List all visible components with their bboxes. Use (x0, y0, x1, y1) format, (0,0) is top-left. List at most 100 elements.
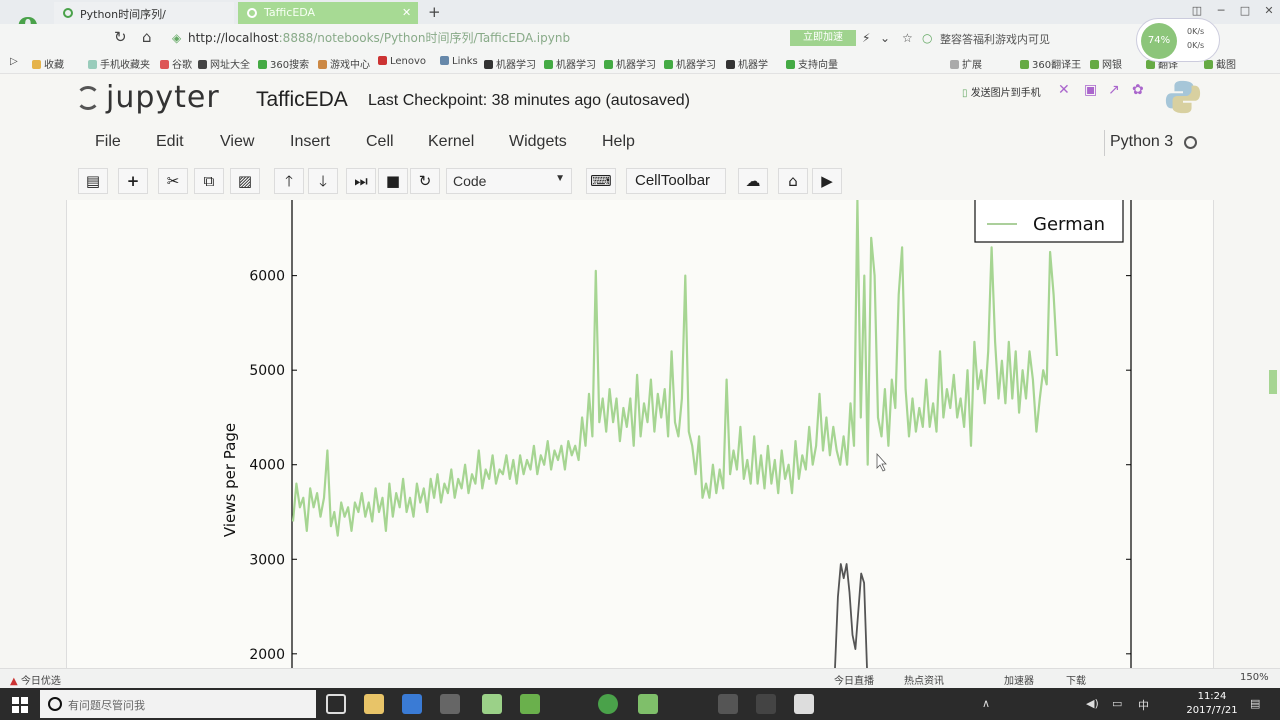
paste-icon[interactable]: ▨ (230, 168, 260, 194)
close-tab-icon[interactable]: ✕ (402, 6, 411, 19)
file-explorer-icon[interactable] (364, 694, 384, 714)
windows-start-icon[interactable] (12, 697, 28, 713)
status-download[interactable]: 下载 (1066, 672, 1086, 687)
bookmarks-toggle-icon[interactable]: ▷ (10, 56, 18, 67)
status-accelerator[interactable]: 加速器 (1004, 672, 1034, 687)
gift-icon[interactable]: ⌂ (778, 168, 808, 194)
bookmark-item[interactable]: 扩展 (950, 56, 982, 71)
star-icon[interactable]: ☆ (902, 31, 913, 45)
send-to-phone-button[interactable]: ▯ 发送图片到手机 (962, 84, 1041, 99)
download-rate: 0K/s (1187, 41, 1205, 50)
bookmark-item[interactable]: 网银 (1090, 56, 1122, 71)
scrollbar-thumb[interactable] (1269, 370, 1277, 394)
menu-edit[interactable]: Edit (156, 133, 184, 151)
status-today-picks[interactable]: ▲ 今日优选 (10, 672, 61, 687)
tab-python-timeseries[interactable]: Python时间序列/ ✕ (54, 2, 273, 24)
menu-widgets[interactable]: Widgets (509, 133, 567, 151)
edge-icon[interactable] (402, 694, 422, 714)
stop-icon[interactable]: ■ (378, 168, 408, 194)
bookmark-item[interactable]: Links (440, 56, 478, 67)
bookmark-item[interactable]: 支持向量 (786, 56, 838, 71)
address-bar[interactable]: http://localhost:8888/notebooks/Python时间… (188, 29, 570, 46)
bookmark-item[interactable]: 360翻译王 (1020, 56, 1081, 71)
plus-icon[interactable]: + (118, 168, 148, 194)
youtube-icon[interactable]: ▶ (812, 168, 842, 194)
maximize-icon[interactable]: □ (1238, 4, 1252, 18)
tray-expand-icon[interactable]: ∧ (982, 697, 990, 710)
bookmark-item[interactable]: 机器学 (726, 56, 768, 71)
app-icon[interactable] (520, 694, 540, 714)
page-scrollbar[interactable] (1266, 200, 1278, 668)
bookmark-label: 360翻译王 (1032, 60, 1082, 71)
skin-icon[interactable]: ◫ (1190, 4, 1204, 18)
share-icon[interactable]: ↗ (1108, 82, 1120, 98)
close-window-icon[interactable]: ✕ (1262, 4, 1276, 18)
home-icon[interactable]: ⌂ (142, 28, 152, 46)
cloud-upload-icon[interactable]: ☁ (738, 168, 768, 194)
save-icon[interactable]: ▤ (78, 168, 108, 194)
network-speed-widget[interactable]: 74% 0K/s 0K/s (1136, 18, 1220, 62)
bookmark-item[interactable]: 手机收藏夹 (88, 56, 150, 71)
fullscreen-icon[interactable]: ✕ (1058, 82, 1070, 98)
volume-icon[interactable]: ◀) (1086, 697, 1099, 710)
send-to-phone-label: 发送图片到手机 (970, 88, 1041, 99)
menu-cell[interactable]: Cell (366, 133, 394, 151)
zoom-level[interactable]: 150% (1240, 672, 1269, 683)
bookmark-item[interactable]: 游戏中心 (318, 56, 370, 71)
cut-icon[interactable]: ✂ (158, 168, 188, 194)
bookmark-item[interactable]: 谷歌 (160, 56, 192, 71)
ime-indicator[interactable]: 中 (1138, 697, 1149, 713)
bookmark-item[interactable]: 机器学习 (604, 56, 656, 71)
copy-icon[interactable]: ⧉ (194, 168, 224, 194)
status-news[interactable]: 热点资讯 (904, 672, 944, 687)
menu-insert[interactable]: Insert (290, 133, 330, 151)
browser-taskbar-icon[interactable] (638, 694, 658, 714)
app-icon[interactable] (718, 694, 738, 714)
tab-favicon-icon (247, 8, 257, 18)
menu-kernel[interactable]: Kernel (428, 133, 474, 151)
run-icon[interactable]: ⏭ (346, 168, 376, 194)
minimize-icon[interactable]: ─ (1214, 4, 1228, 18)
search-suggestion-text[interactable]: 整容答福利游戏内可见 (940, 31, 1050, 47)
store-icon[interactable] (440, 694, 460, 714)
restart-icon[interactable]: ↻ (410, 168, 440, 194)
new-tab-button[interactable]: + (428, 3, 441, 21)
bookmark-item[interactable]: 机器学习 (544, 56, 596, 71)
settings-icon[interactable]: ✿ (1132, 82, 1144, 98)
menu-file[interactable]: File (95, 133, 121, 151)
bookmark-item[interactable]: 360搜索 (258, 56, 309, 71)
cortana-search-box[interactable]: 有问题尽管问我 (40, 690, 316, 718)
bookmark-item[interactable]: 收藏 (32, 56, 64, 71)
speed-up-button[interactable]: 立即加速 (790, 30, 856, 46)
arrow-up-icon[interactable]: 🡑 (274, 168, 304, 194)
lightning-icon[interactable]: ⚡ (862, 31, 870, 45)
app-icon[interactable] (482, 694, 502, 714)
screenshot-icon[interactable]: ▣ (1084, 82, 1097, 98)
notebook-name[interactable]: TafficEDA (256, 88, 348, 112)
keyboard-tray-icon[interactable]: ▭ (1112, 697, 1122, 710)
menu-help[interactable]: Help (602, 133, 635, 151)
menu-view[interactable]: View (220, 133, 254, 151)
app-icon[interactable] (756, 694, 776, 714)
status-live[interactable]: 今日直播 (834, 672, 874, 687)
status-left-label: 今日优选 (20, 676, 61, 687)
bookmark-item[interactable]: 机器学习 (484, 56, 536, 71)
search-engine-icon[interactable]: ○ (922, 31, 932, 45)
bookmark-item[interactable]: Lenovo (378, 56, 426, 67)
bookmark-item[interactable]: 网址大全 (198, 56, 250, 71)
arrow-down-icon[interactable]: 🡓 (308, 168, 338, 194)
task-view-icon[interactable] (326, 694, 346, 714)
system-clock[interactable]: 11:24 2017/7/21 (1186, 690, 1238, 718)
keyboard-icon[interactable]: ⌨ (586, 168, 616, 194)
refresh-icon[interactable]: ↻ (114, 28, 127, 46)
kernel-name: Python 3 (1110, 133, 1174, 150)
dropdown-icon[interactable]: ⌄ (880, 31, 890, 45)
app-icon[interactable] (794, 694, 814, 714)
celltoolbar-button[interactable]: CellToolbar (626, 168, 726, 194)
cell-type-select[interactable]: Code ▼ (446, 168, 572, 194)
notifications-icon[interactable]: ▤ (1250, 697, 1260, 710)
tab-trafficeda[interactable]: TafficEDA ✕ (238, 2, 418, 24)
app-icon[interactable] (598, 694, 618, 714)
bookmark-item[interactable]: 机器学习 (664, 56, 716, 71)
jupyter-logo[interactable]: jupyter (76, 80, 220, 115)
